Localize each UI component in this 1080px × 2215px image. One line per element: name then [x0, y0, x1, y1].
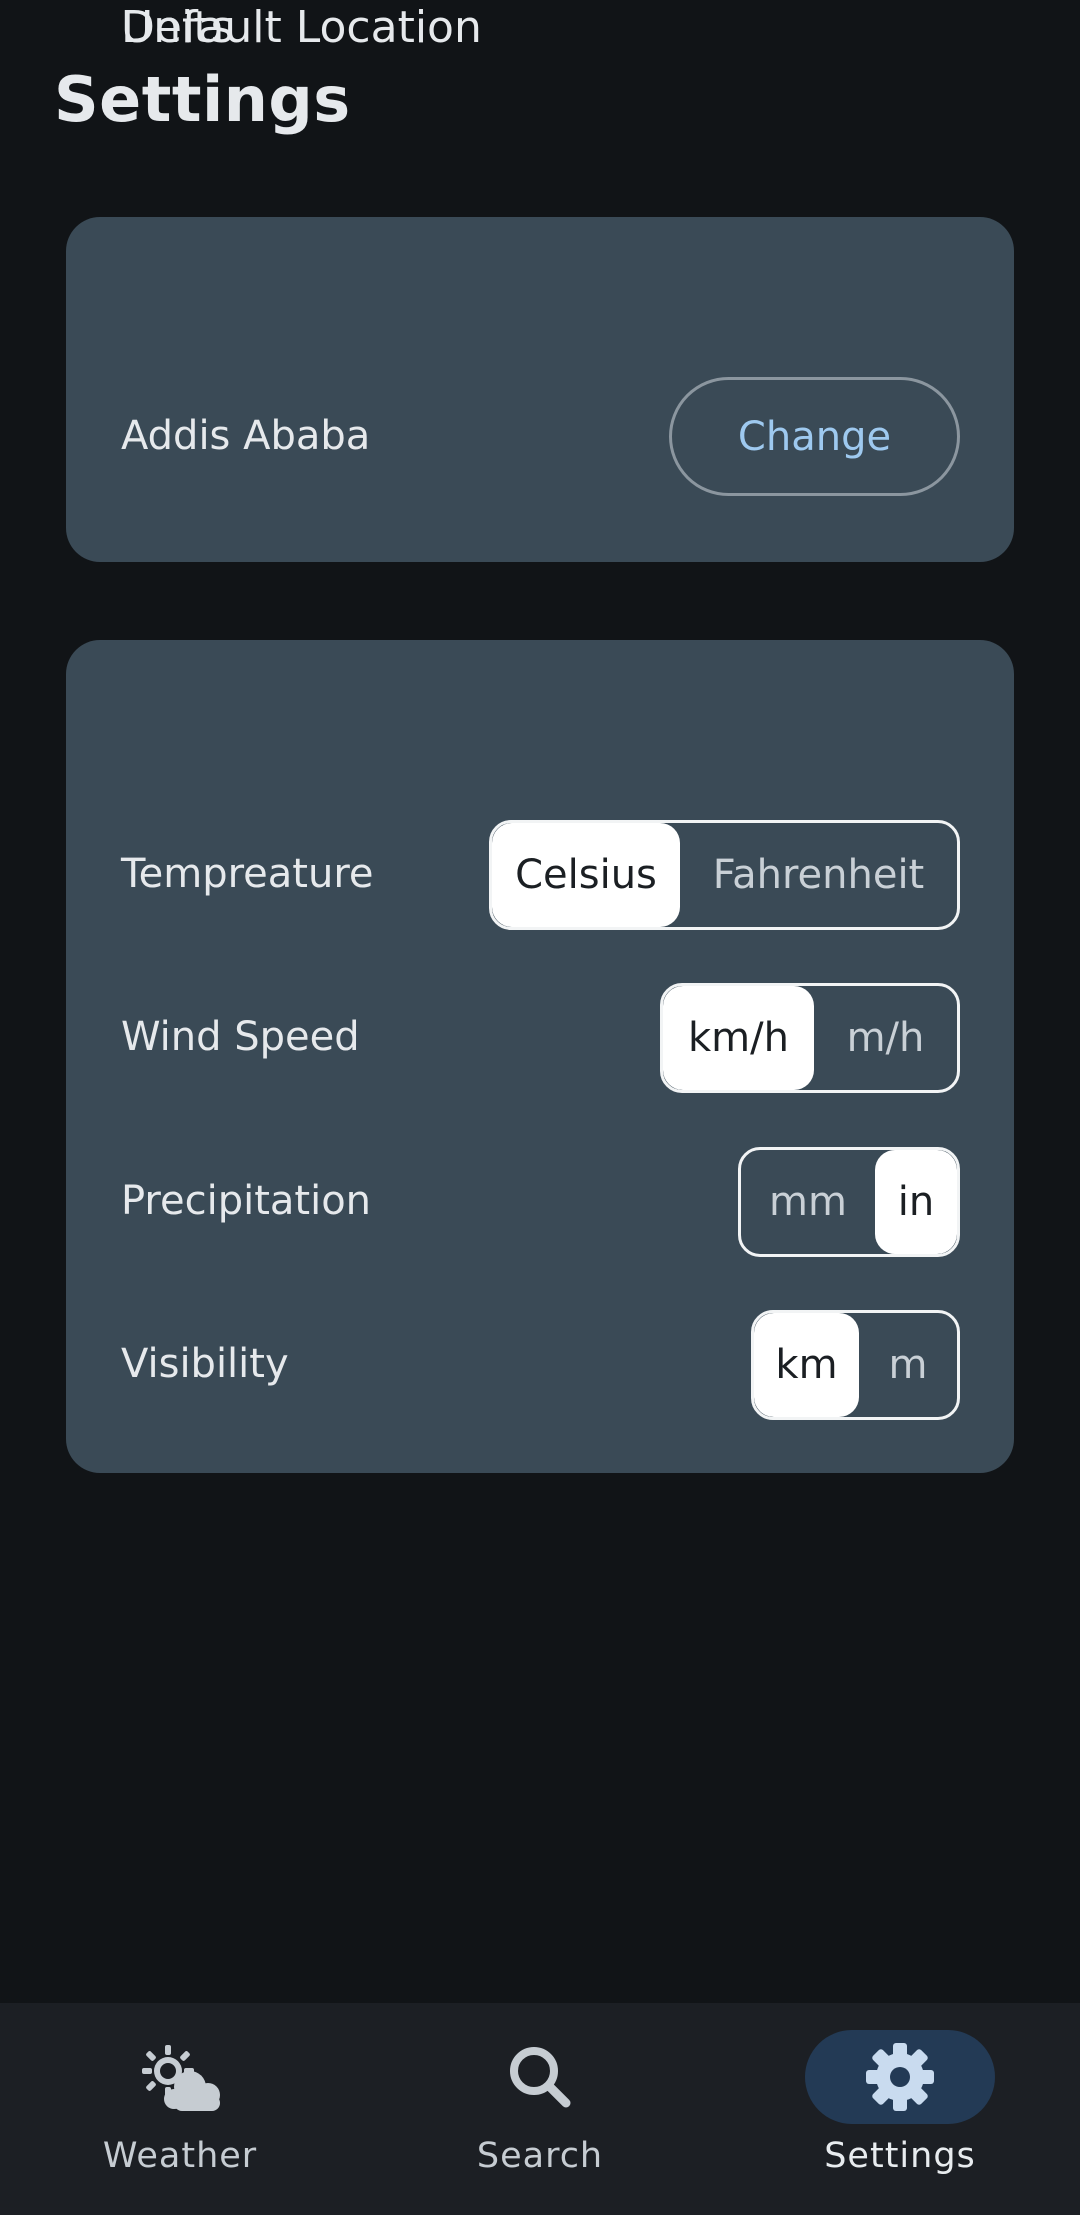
- temperature-unit-toggle: Celsius Fahrenheit: [489, 820, 960, 930]
- page-title: Settings: [54, 63, 351, 136]
- temperature-option-fahrenheit[interactable]: Fahrenheit: [680, 823, 957, 927]
- nav-item-settings[interactable]: Settings: [800, 2030, 1000, 2190]
- gear-icon: [805, 2030, 995, 2124]
- visibility-label: Visibility: [121, 1341, 289, 1387]
- visibility-option-m[interactable]: m: [859, 1313, 957, 1417]
- precipitation-label: Precipitation: [121, 1178, 372, 1224]
- temperature-option-celsius[interactable]: Celsius: [492, 823, 680, 927]
- nav-label-weather: Weather: [102, 2136, 258, 2176]
- current-location-label: Addis Ababa: [121, 413, 371, 459]
- settings-screen: Settings Default Location Addis Ababa Ch…: [0, 0, 1080, 2215]
- wind-speed-option-kmh[interactable]: km/h: [663, 986, 814, 1090]
- units-title: Units: [121, 2, 234, 53]
- nav-label-settings: Settings: [824, 2136, 976, 2176]
- nav-item-search[interactable]: Search: [440, 2030, 640, 2190]
- search-icon: [445, 2030, 635, 2124]
- precipitation-option-in[interactable]: in: [875, 1150, 957, 1254]
- visibility-unit-toggle: km m: [751, 1310, 960, 1420]
- nav-item-weather[interactable]: Weather: [80, 2030, 280, 2190]
- change-location-button[interactable]: Change: [669, 377, 960, 496]
- partly-cloudy-icon: [85, 2030, 275, 2124]
- wind-speed-option-mph[interactable]: m/h: [814, 986, 957, 1090]
- precipitation-unit-toggle: mm in: [738, 1147, 960, 1257]
- precipitation-option-mm[interactable]: mm: [741, 1150, 875, 1254]
- nav-label-search: Search: [476, 2136, 604, 2176]
- wind-speed-unit-toggle: km/h m/h: [660, 983, 960, 1093]
- visibility-option-km[interactable]: km: [754, 1313, 859, 1417]
- temperature-label: Tempreature: [121, 851, 374, 897]
- wind-speed-label: Wind Speed: [121, 1014, 360, 1060]
